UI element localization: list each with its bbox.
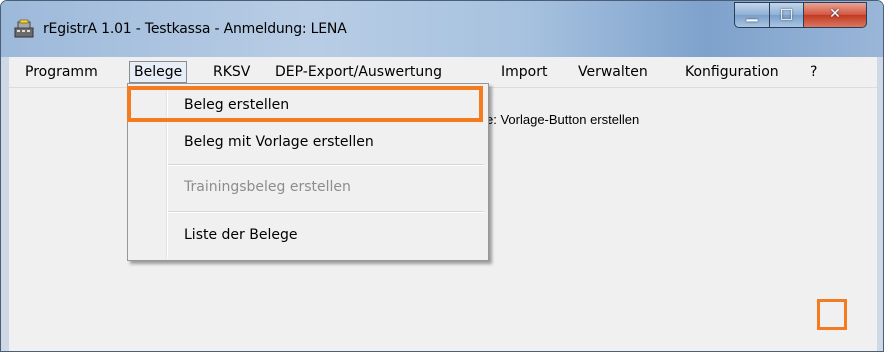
menu-import[interactable]: Import [497,62,551,82]
title-bar[interactable]: rEgistrA 1.01 - Testkassa - Anmeldung: L… [1,1,883,57]
menu-item-label: Trainingsbeleg erstellen [184,179,351,195]
minimize-button[interactable]: ▁ [734,2,770,28]
menu-belege[interactable]: Belege [129,61,188,83]
menu-dep-export[interactable]: DEP-Export/Auswertung [271,62,446,82]
cash-register-icon [14,19,34,38]
menu-rksv[interactable]: RKSV [209,62,254,82]
close-button[interactable]: ✕ [803,2,867,28]
menu-item-label: Liste der Belege [184,227,298,243]
menu-item-trainingsbeleg: Trainingsbeleg erstellen [128,172,488,204]
highlight-marker [817,299,847,330]
menu-item-beleg-mit-vorlage[interactable]: Beleg mit Vorlage erstellen [128,127,488,159]
menu-help[interactable]: ? [806,62,821,82]
maximize-icon: □ [779,6,794,22]
menu-item-liste-der-belege[interactable]: Liste der Belege [128,220,488,252]
menu-konfiguration[interactable]: Konfiguration [681,62,783,82]
maximize-button[interactable]: □ [769,2,804,28]
menu-verwalten[interactable]: Verwalten [574,62,652,82]
minimize-icon: ▁ [746,6,758,22]
menu-item-label: Beleg mit Vorlage erstellen [184,134,374,150]
menu-programm[interactable]: Programm [21,62,102,82]
menu-separator [168,211,484,213]
highlight-frame [127,86,483,122]
close-icon: ✕ [829,6,841,22]
window-title: rEgistrA 1.01 - Testkassa - Anmeldung: L… [43,21,347,37]
menu-separator [168,164,484,166]
background-label: e: Vorlage-Button erstellen [486,112,640,127]
